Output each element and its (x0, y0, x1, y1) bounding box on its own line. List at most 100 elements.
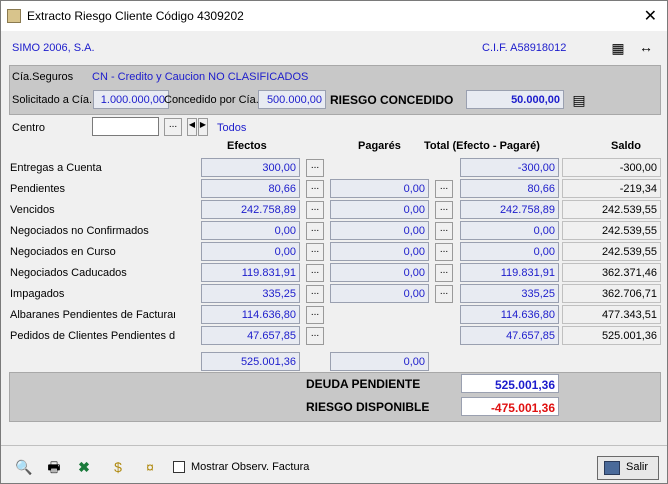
efectos-field: 114.636,80 (201, 305, 300, 324)
concedido-field: 500.000,00 (258, 90, 326, 109)
pagares-field: 0,00 (330, 263, 429, 282)
pagares-detail-button[interactable]: ... (435, 222, 453, 240)
title-bar: Extracto Riesgo Cliente Código 4309202 ✕ (1, 1, 667, 31)
total-field: 0,00 (460, 242, 559, 261)
total-field: 242.758,89 (460, 200, 559, 219)
exit-door-icon (604, 461, 620, 475)
print-icon[interactable]: 🖶 (45, 458, 63, 476)
deuda-label: DEUDA PENDIENTE (306, 377, 421, 391)
saldo-field: 242.539,55 (562, 221, 661, 240)
efectos-field: 0,00 (201, 242, 300, 261)
total-field: 119.831,91 (460, 263, 559, 282)
printer-config-icon[interactable]: ▦ (609, 39, 627, 57)
saldo-field: -219,34 (562, 179, 661, 198)
saldo-field: 525.001,36 (562, 326, 661, 345)
total-pagares-field: 0,00 (330, 352, 429, 371)
total-efectos-field: 525.001,36 (201, 352, 300, 371)
close-icon[interactable]: ✕ (644, 6, 657, 26)
mostrar-observ-label: Mostrar Observ. Factura (191, 461, 310, 473)
cia-seguros-value: CN - Credito y Caucion NO CLASIFICADOS (92, 71, 309, 83)
salir-label: Salir (626, 461, 649, 473)
seguro-panel: Cía.Seguros CN - Credito y Caucion NO CL… (9, 65, 661, 115)
pagares-field: 0,00 (330, 200, 429, 219)
total-field: -300,00 (460, 158, 559, 177)
excel-icon[interactable]: ✖ (75, 458, 93, 476)
calendar-table-icon[interactable]: ▤ (570, 91, 588, 109)
efectos-detail-button[interactable]: ... (306, 201, 324, 219)
saldo-field: -300,00 (562, 158, 661, 177)
col-total: Total (Efecto - Pagaré) (424, 140, 540, 152)
saldo-field: 362.371,46 (562, 263, 661, 282)
row-label: Albaranes Pendientes de Facturar (10, 309, 175, 321)
efectos-detail-button[interactable]: ... (306, 306, 324, 324)
efectos-detail-button[interactable]: ... (306, 327, 324, 345)
total-field: 47.657,85 (460, 326, 559, 345)
solicitado-field: 1.000.000,00 (93, 90, 169, 109)
pagares-detail-button[interactable]: ... (435, 285, 453, 303)
efectos-field: 0,00 (201, 221, 300, 240)
next-arrow-icon[interactable]: ▶ (198, 118, 208, 136)
col-saldo: Saldo (611, 140, 641, 152)
efectos-field: 47.657,85 (201, 326, 300, 345)
col-pagares: Pagarés (358, 140, 401, 152)
efectos-field: 119.831,91 (201, 263, 300, 282)
efectos-field: 242.758,89 (201, 200, 300, 219)
pagares-field: 0,00 (330, 284, 429, 303)
total-field: 335,25 (460, 284, 559, 303)
riesgo-disponible-label: RIESGO DISPONIBLE (306, 400, 430, 414)
concedido-label: Concedido por Cía. (164, 94, 259, 106)
total-field: 80,66 (460, 179, 559, 198)
prev-arrow-icon[interactable]: ◀ (187, 118, 197, 136)
total-field: 0,00 (460, 221, 559, 240)
centro-label: Centro (12, 122, 46, 134)
efectos-field: 300,00 (201, 158, 300, 177)
pagares-field: 0,00 (330, 221, 429, 240)
centro-search-button[interactable]: ... (164, 118, 182, 136)
riesgo-concedido-label: RIESGO CONCEDIDO (330, 93, 454, 107)
row-label: Negociados no Confirmados (10, 225, 149, 237)
efectos-field: 80,66 (201, 179, 300, 198)
extracto-window: Extracto Riesgo Cliente Código 4309202 ✕… (0, 0, 668, 484)
app-icon (7, 9, 21, 23)
row-label: Pendientes (10, 183, 66, 195)
money-bag-icon[interactable]: $ (109, 458, 127, 476)
pagares-detail-button[interactable]: ... (435, 264, 453, 282)
efectos-detail-button[interactable]: ... (306, 264, 324, 282)
row-label: Vencidos (10, 204, 55, 216)
riesgo-disponible-field: -475.001,36 (461, 397, 559, 416)
cia-seguros-label: Cía.Seguros (12, 71, 74, 83)
company-name: SIMO 2006, S.A. (12, 42, 95, 54)
row-label: Entregas a Cuenta (10, 162, 102, 174)
pagares-field: 0,00 (330, 242, 429, 261)
solicitado-label: Solicitado a Cía. (12, 94, 93, 106)
efectos-detail-button[interactable]: ... (306, 180, 324, 198)
saldo-field: 477.343,51 (562, 305, 661, 324)
resize-arrows-icon[interactable]: ↔ (637, 38, 655, 56)
efectos-detail-button[interactable]: ... (306, 222, 324, 240)
preview-icon[interactable]: 🔍 (15, 458, 33, 476)
row-label: Pedidos de Clientes Pendientes de (10, 330, 175, 342)
pagares-detail-button[interactable]: ... (435, 201, 453, 219)
efectos-field: 335,25 (201, 284, 300, 303)
payment-icon[interactable]: ¤ (141, 458, 159, 476)
cif-label: C.I.F. A58918012 (482, 42, 567, 54)
efectos-detail-button[interactable]: ... (306, 285, 324, 303)
deuda-field: 525.001,36 (461, 374, 559, 393)
efectos-detail-button[interactable]: ... (306, 243, 324, 261)
centro-input[interactable] (92, 117, 159, 136)
saldo-field: 362.706,71 (562, 284, 661, 303)
salir-button[interactable]: Salir (597, 456, 659, 480)
saldo-field: 242.539,55 (562, 200, 661, 219)
row-label: Negociados Caducados (10, 267, 127, 279)
mostrar-observ-checkbox[interactable] (173, 461, 185, 473)
row-label: Impagados (10, 288, 65, 300)
efectos-detail-button[interactable]: ... (306, 159, 324, 177)
pagares-detail-button[interactable]: ... (435, 243, 453, 261)
pagares-detail-button[interactable]: ... (435, 180, 453, 198)
riesgo-concedido-field: 50.000,00 (466, 90, 564, 109)
totals-panel: DEUDA PENDIENTE 525.001,36 RIESGO DISPON… (9, 372, 661, 422)
saldo-field: 242.539,55 (562, 242, 661, 261)
window-title: Extracto Riesgo Cliente Código 4309202 (27, 9, 244, 23)
footer-separator (1, 445, 667, 446)
col-efectos: Efectos (227, 140, 267, 152)
